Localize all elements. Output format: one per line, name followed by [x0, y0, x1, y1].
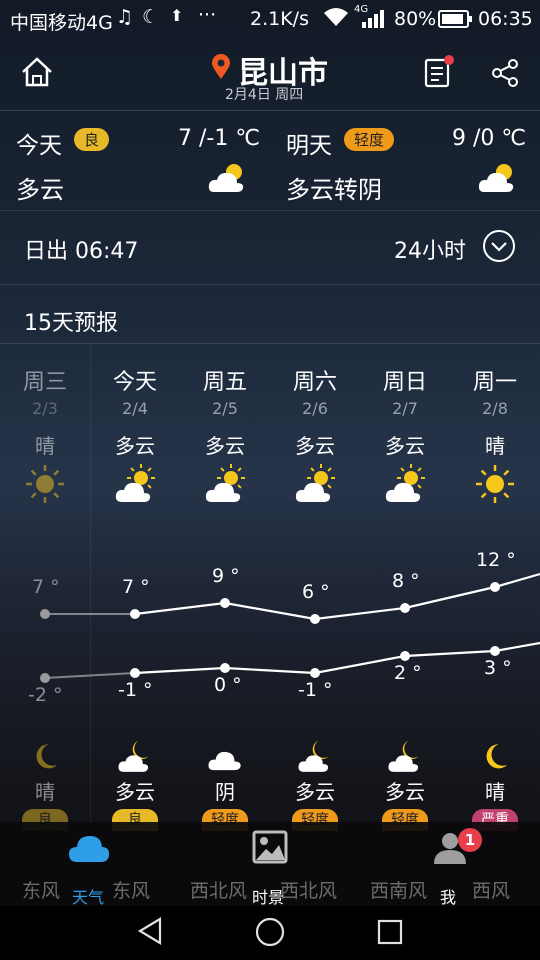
tab-weather-label: 天气 — [72, 888, 105, 907]
tab-bar: 东风 东风 西北风 西北风 西南风 西风 天气 时景 1 我 — [0, 822, 540, 907]
tab-scenery[interactable]: 时景 — [252, 830, 288, 907]
high-temp-label: 6 ° — [302, 581, 330, 603]
home-nav-icon[interactable] — [254, 916, 286, 952]
high-temp-point — [220, 598, 230, 608]
low-temp-label: 2 ° — [394, 662, 422, 684]
wind-direction: 西北风 — [190, 880, 248, 902]
wind-direction: 西北风 — [280, 880, 338, 902]
wind-direction: 东风 — [22, 880, 61, 902]
high-temp-point — [130, 609, 140, 619]
tab-weather[interactable]: 天气 — [68, 832, 110, 907]
low-temp-label: -1 ° — [298, 679, 333, 701]
high-temp-point — [40, 609, 50, 619]
low-temp-point — [310, 668, 320, 678]
cloud-icon — [69, 836, 109, 862]
image-icon — [252, 830, 288, 864]
notification-badge: 1 — [458, 828, 482, 852]
tab-scenery-label: 时景 — [252, 888, 285, 907]
low-temp-point — [130, 668, 140, 678]
low-temp-label: 3 ° — [484, 657, 512, 679]
tab-me-label: 我 — [440, 888, 457, 907]
wind-direction: 西风 — [472, 880, 511, 902]
system-nav-bar — [0, 906, 540, 960]
low-temp-point — [220, 663, 230, 673]
high-temp-point — [310, 614, 320, 624]
high-temp-point — [490, 582, 500, 592]
tab-me[interactable]: 1 我 — [432, 828, 482, 907]
high-temp-label: 7 ° — [32, 576, 60, 598]
high-temp-label: 8 ° — [392, 570, 420, 592]
low-temp-point — [400, 651, 410, 661]
high-temp-line — [134, 572, 540, 621]
low-temp-label: -2 ° — [28, 684, 63, 706]
high-temp-label: 12 ° — [476, 549, 516, 571]
high-temp-label: 9 ° — [212, 565, 240, 587]
low-temp-line — [134, 641, 540, 675]
high-temp-label: 7 ° — [122, 576, 150, 598]
temperature-chart — [40, 572, 540, 683]
low-temp-past-segment — [44, 672, 136, 679]
low-temp-label: -1 ° — [118, 679, 153, 701]
wind-direction: 西南风 — [370, 880, 428, 902]
recents-icon[interactable] — [376, 918, 404, 950]
back-icon[interactable] — [136, 916, 166, 950]
low-temp-point — [40, 673, 50, 683]
high-temp-point — [400, 603, 410, 613]
low-temp-label: 0 ° — [214, 674, 242, 696]
low-temp-point — [490, 646, 500, 656]
wind-direction: 东风 — [112, 880, 151, 902]
